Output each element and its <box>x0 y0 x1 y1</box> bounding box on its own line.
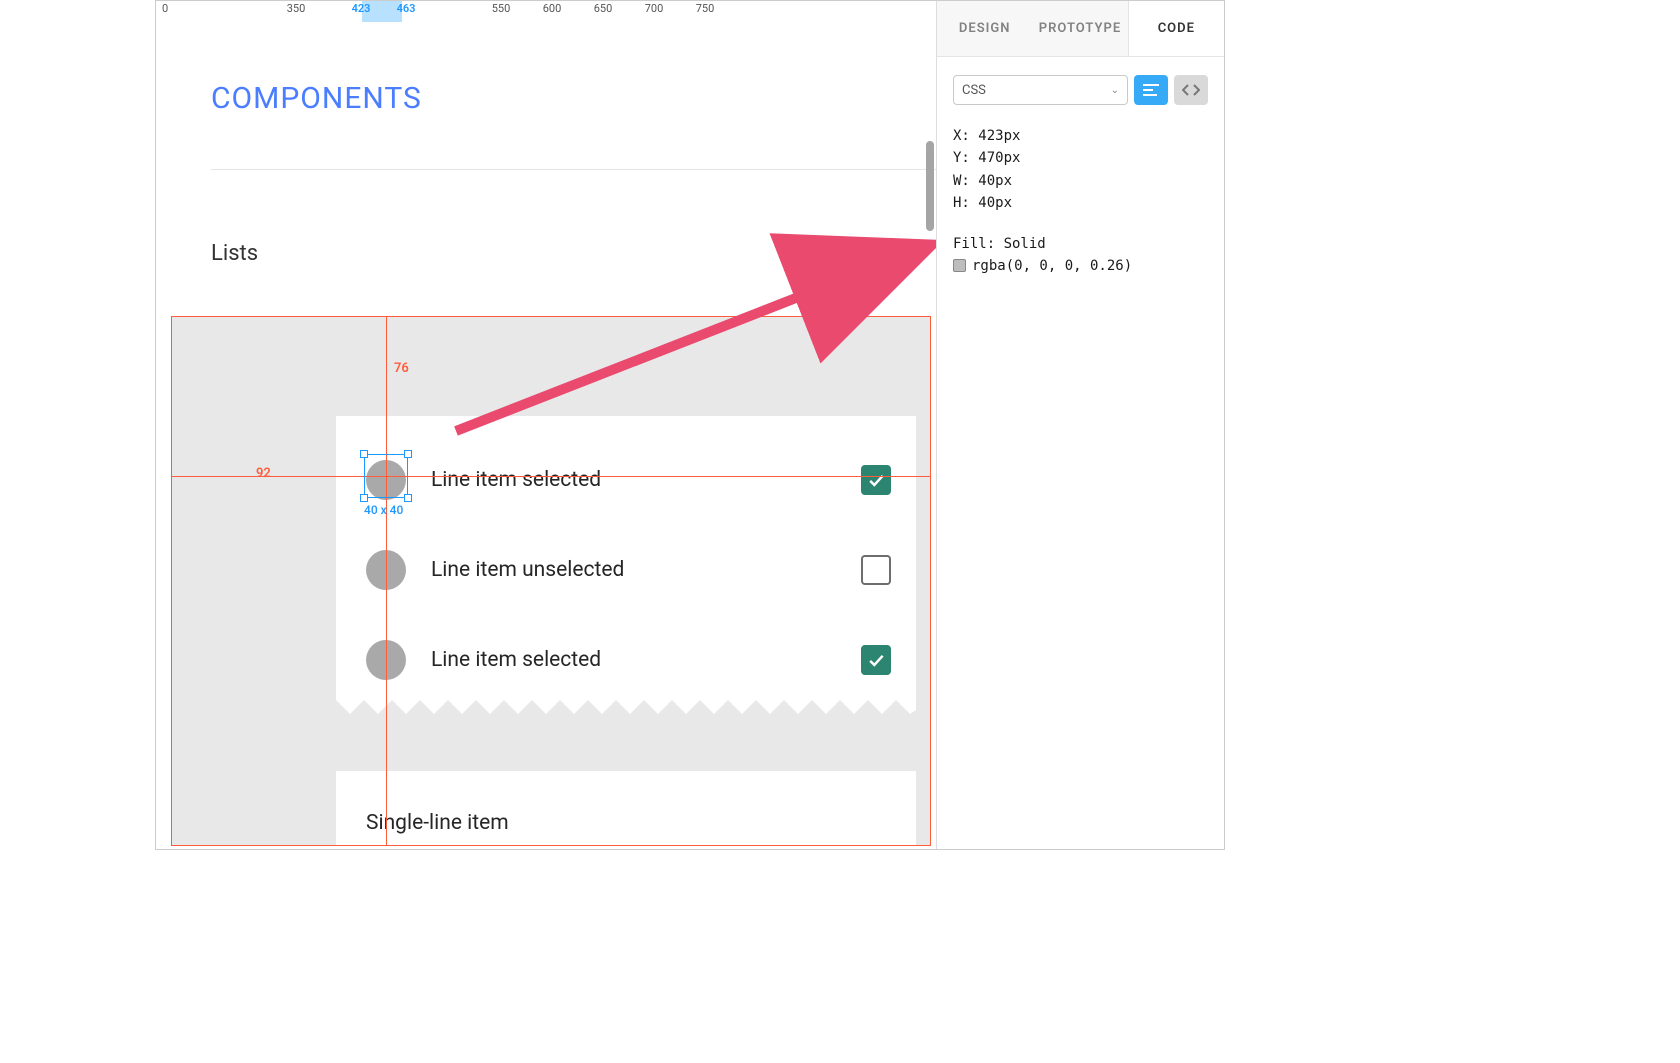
avatar-circle[interactable] <box>366 640 406 680</box>
fill-value-row[interactable]: rgba(0, 0, 0, 0.26) <box>953 255 1208 277</box>
avatar-circle[interactable] <box>366 460 406 500</box>
fill-block: Fill: Solid rgba(0, 0, 0, 0.26) <box>953 233 1208 278</box>
inspector-body: CSS ⌄ X: 423p <box>937 57 1224 295</box>
tab-code[interactable]: CODE <box>1128 1 1224 56</box>
checkbox-unchecked[interactable] <box>861 555 891 585</box>
row-label: Line item selected <box>431 468 861 492</box>
ruler-tick-selected: 463 <box>397 2 416 15</box>
ruler-tick: 750 <box>696 2 715 15</box>
ruler[interactable]: 0 350 423 463 550 600 650 700 750 <box>156 1 936 23</box>
selection-size-label: 40 x 40 <box>364 503 403 517</box>
tab-bar: DESIGN PROTOTYPE CODE <box>937 1 1224 57</box>
fill-label: Fill: Solid <box>953 233 1208 255</box>
divider <box>211 169 936 170</box>
row-label: Single-line item <box>366 811 891 835</box>
list-row[interactable]: Line item unselected <box>366 546 891 594</box>
list-card[interactable]: Line item selected Line item unselected … <box>336 416 916 714</box>
design-canvas[interactable]: 0 350 423 463 550 600 650 700 750 COMPON… <box>156 1 936 849</box>
prop-h: H: 40px <box>953 192 1208 214</box>
section-title: Lists <box>211 241 258 266</box>
language-dropdown[interactable]: CSS ⌄ <box>953 75 1128 105</box>
inspector-panel: DESIGN PROTOTYPE CODE CSS ⌄ <box>936 1 1224 849</box>
list-row[interactable]: Line item selected <box>366 636 891 684</box>
code-icon <box>1182 84 1200 96</box>
ruler-tick: 550 <box>492 2 511 15</box>
row-label: Line item selected <box>431 648 861 672</box>
tab-design[interactable]: DESIGN <box>937 1 1032 56</box>
page-title: COMPONENTS <box>211 81 422 116</box>
ruler-tick: 700 <box>645 2 664 15</box>
ruler-tick: 350 <box>287 2 306 15</box>
code-view-button[interactable] <box>1174 75 1208 105</box>
prop-x: X: 423px <box>953 125 1208 147</box>
ruler-tick: 0 <box>162 2 168 15</box>
properties-block: X: 423px Y: 470px W: 40px H: 40px <box>953 125 1208 215</box>
check-icon <box>866 470 886 490</box>
checkbox-checked[interactable] <box>861 465 891 495</box>
list-card-single[interactable]: Single-line item <box>336 771 916 846</box>
list-row[interactable]: Single-line item <box>366 799 891 847</box>
prop-y: Y: 470px <box>953 147 1208 169</box>
align-left-button[interactable] <box>1134 75 1168 105</box>
fill-value: rgba(0, 0, 0, 0.26) <box>972 258 1132 274</box>
row-label: Line item unselected <box>431 558 861 582</box>
fill-swatch[interactable] <box>953 259 966 272</box>
avatar-circle[interactable] <box>366 550 406 590</box>
check-icon <box>866 650 886 670</box>
ruler-tick-selected: 423 <box>352 2 371 15</box>
app-window: 0 350 423 463 550 600 650 700 750 COMPON… <box>155 0 1225 850</box>
ruler-tick: 650 <box>594 2 613 15</box>
prop-w: W: 40px <box>953 170 1208 192</box>
chevron-down-icon: ⌄ <box>1111 85 1119 96</box>
checkbox-checked[interactable] <box>861 645 891 675</box>
list-row[interactable]: Line item selected <box>366 456 891 504</box>
dropdown-value: CSS <box>962 83 986 98</box>
torn-edge <box>336 700 916 714</box>
align-left-icon <box>1143 84 1159 96</box>
tab-prototype[interactable]: PROTOTYPE <box>1032 1 1127 56</box>
ruler-tick: 600 <box>543 2 562 15</box>
scrollbar-thumb[interactable] <box>926 141 934 231</box>
